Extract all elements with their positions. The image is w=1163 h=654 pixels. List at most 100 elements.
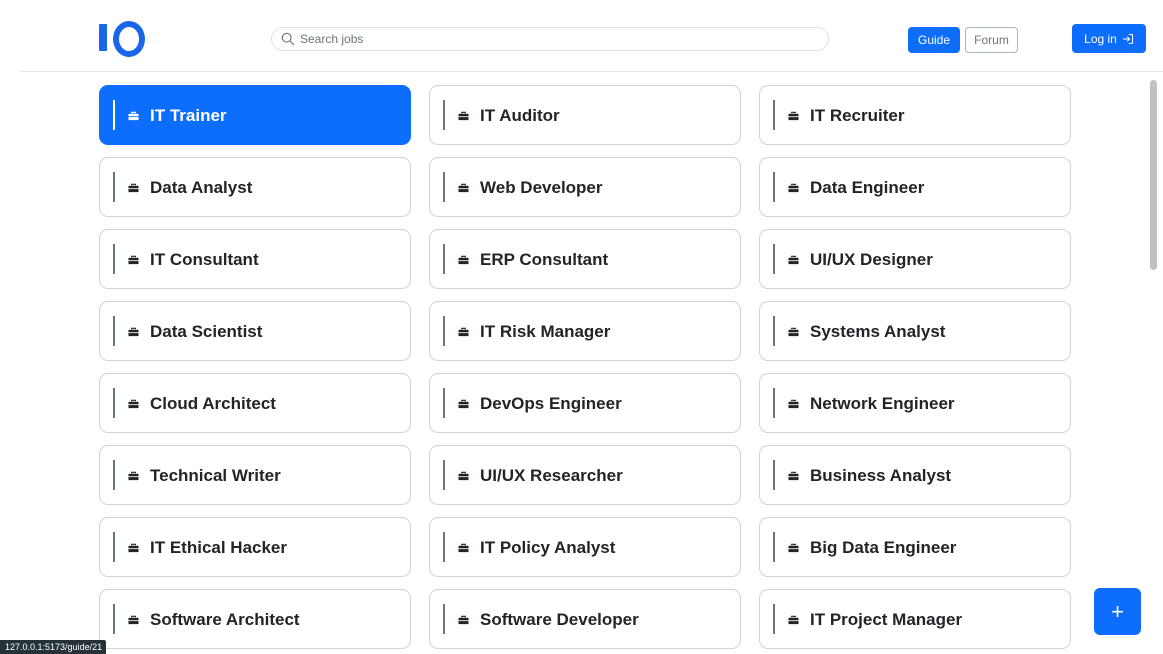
job-card-label: IT Recruiter [810, 106, 905, 125]
briefcase-icon [788, 183, 799, 193]
job-card-label: IT Risk Manager [480, 322, 611, 341]
job-card-label: IT Consultant [150, 250, 259, 269]
job-card[interactable]: Web Developer [429, 157, 741, 217]
job-card[interactable]: Data Analyst [99, 157, 411, 217]
job-card[interactable]: Data Engineer [759, 157, 1071, 217]
login-icon [1122, 33, 1133, 44]
briefcase-icon [788, 399, 799, 409]
job-card[interactable]: IT Policy Analyst [429, 517, 741, 577]
page: Guide Forum Log in IT Trainer IT Auditor I… [0, 0, 1163, 654]
card-divider [113, 532, 115, 562]
job-card-label: IT Trainer [150, 106, 227, 125]
briefcase-icon [788, 111, 799, 121]
card-divider [773, 532, 775, 562]
briefcase-icon [128, 255, 139, 265]
job-card[interactable]: Big Data Engineer [759, 517, 1071, 577]
card-divider [113, 460, 115, 490]
briefcase-icon [788, 471, 799, 481]
briefcase-icon [788, 615, 799, 625]
card-divider [443, 532, 445, 562]
job-card[interactable]: Systems Analyst [759, 301, 1071, 361]
scrollbar[interactable] [1144, 72, 1163, 654]
scrollbar-thumb[interactable] [1150, 80, 1157, 270]
card-divider [113, 100, 115, 130]
briefcase-icon [788, 543, 799, 553]
job-card[interactable]: IT Risk Manager [429, 301, 741, 361]
header: Guide Forum Log in [0, 0, 1163, 72]
briefcase-icon [458, 543, 469, 553]
search-icon [281, 32, 295, 46]
job-card-label: Technical Writer [150, 466, 281, 485]
job-card[interactable]: UI/UX Designer [759, 229, 1071, 289]
card-divider [443, 604, 445, 634]
job-card[interactable]: Technical Writer [99, 445, 411, 505]
card-divider [443, 316, 445, 346]
job-card[interactable]: IT Ethical Hacker [99, 517, 411, 577]
logo-bar [99, 24, 107, 51]
logo-ring [113, 21, 145, 57]
briefcase-icon [788, 327, 799, 337]
card-divider [443, 460, 445, 490]
job-card[interactable]: Cloud Architect [99, 373, 411, 433]
header-divider [20, 71, 1163, 72]
search-input[interactable] [300, 30, 800, 48]
job-card[interactable]: Network Engineer [759, 373, 1071, 433]
card-divider [773, 604, 775, 634]
briefcase-icon [458, 111, 469, 121]
briefcase-icon [788, 255, 799, 265]
card-divider [773, 388, 775, 418]
login-label: Log in [1084, 31, 1117, 46]
job-card-label: Software Architect [150, 610, 300, 629]
add-button[interactable]: + [1094, 588, 1141, 635]
card-divider [113, 388, 115, 418]
briefcase-icon [458, 615, 469, 625]
job-card-label: IT Project Manager [810, 610, 963, 629]
job-card-label: Software Developer [480, 610, 639, 629]
job-card[interactable]: Software Architect [99, 589, 411, 649]
briefcase-icon [128, 471, 139, 481]
login-button[interactable]: Log in [1072, 24, 1146, 53]
job-card[interactable]: UI/UX Researcher [429, 445, 741, 505]
job-card-label: IT Ethical Hacker [150, 538, 288, 557]
briefcase-icon [458, 471, 469, 481]
briefcase-icon [128, 543, 139, 553]
briefcase-icon [128, 615, 139, 625]
briefcase-icon [458, 399, 469, 409]
card-divider [443, 100, 445, 130]
job-card[interactable]: IT Auditor [429, 85, 741, 145]
job-card-label: Data Scientist [150, 322, 263, 341]
job-card[interactable]: IT Consultant [99, 229, 411, 289]
job-card[interactable]: DevOps Engineer [429, 373, 741, 433]
forum-button[interactable]: Forum [965, 27, 1018, 53]
job-card[interactable]: IT Project Manager [759, 589, 1071, 649]
job-card[interactable]: Software Developer [429, 589, 741, 649]
job-card-label: Big Data Engineer [810, 538, 957, 557]
briefcase-icon [128, 399, 139, 409]
job-card[interactable]: Data Scientist [99, 301, 411, 361]
card-divider [113, 316, 115, 346]
briefcase-icon [128, 183, 139, 193]
job-card[interactable]: Business Analyst [759, 445, 1071, 505]
card-divider [773, 244, 775, 274]
card-divider [773, 172, 775, 202]
logo[interactable] [99, 21, 149, 57]
card-divider [113, 244, 115, 274]
card-divider [443, 172, 445, 202]
job-card-label: Business Analyst [810, 466, 952, 485]
briefcase-icon [458, 327, 469, 337]
job-card[interactable]: ERP Consultant [429, 229, 741, 289]
job-card[interactable]: IT Trainer [99, 85, 411, 145]
job-card-label: Data Engineer [810, 178, 925, 197]
card-divider [443, 244, 445, 274]
card-divider [773, 100, 775, 130]
briefcase-icon [458, 255, 469, 265]
briefcase-icon [458, 183, 469, 193]
job-card[interactable]: IT Recruiter [759, 85, 1071, 145]
job-card-label: Web Developer [480, 178, 603, 197]
search-box[interactable] [271, 27, 829, 51]
card-divider [113, 172, 115, 202]
guide-button[interactable]: Guide [908, 27, 960, 53]
job-card-label: Network Engineer [810, 394, 955, 413]
status-url: 127.0.0.1:5173/guide/21 [0, 640, 107, 654]
job-card-label: Cloud Architect [150, 394, 276, 413]
